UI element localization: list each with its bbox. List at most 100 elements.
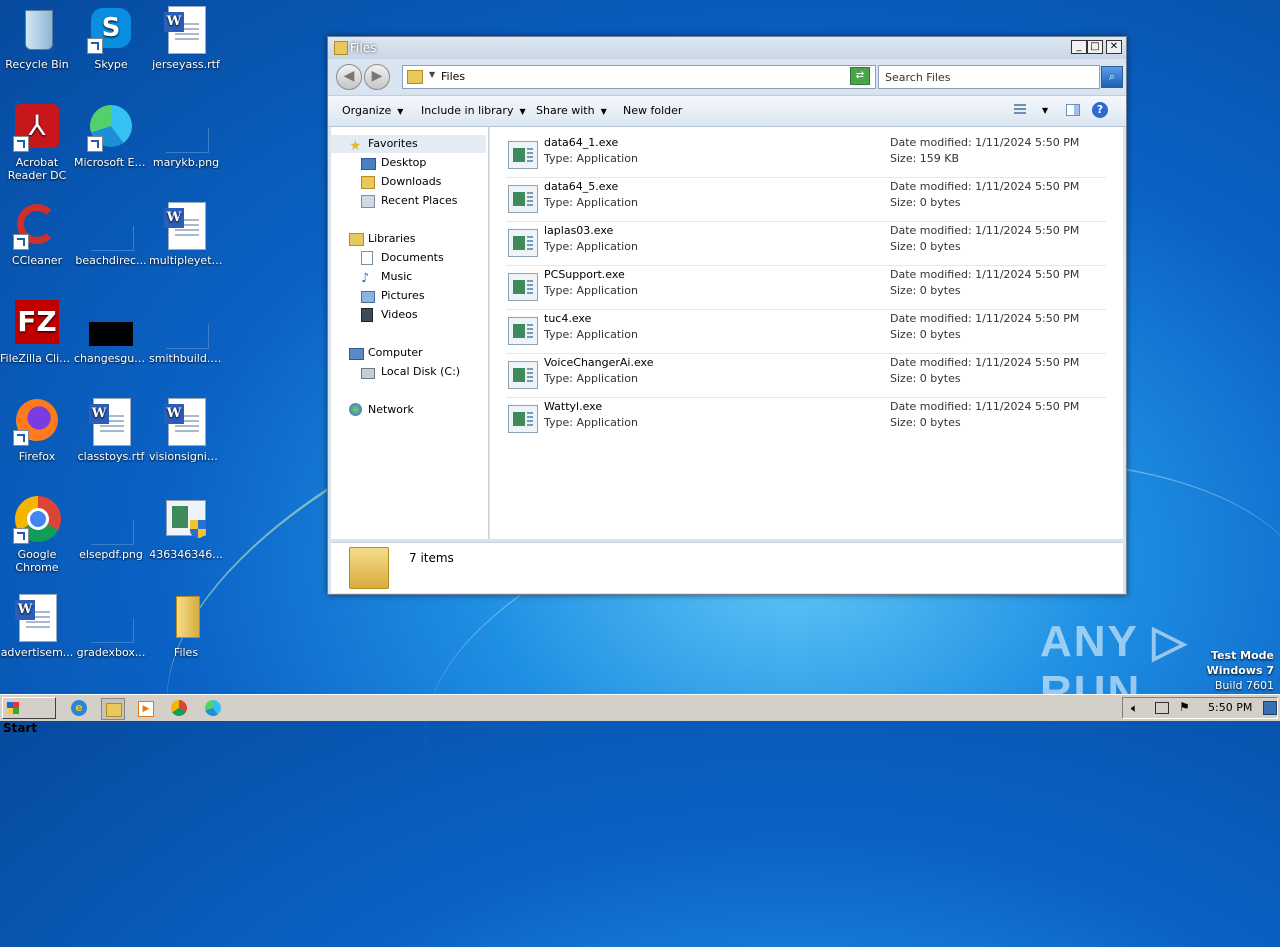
new-folder-button[interactable]: New folder — [623, 104, 682, 117]
media-player-taskbar-icon[interactable]: ▶ — [134, 698, 156, 718]
help-icon[interactable]: ? — [1092, 102, 1108, 118]
desktop-icon-elsepdf[interactable]: elsepdf.png — [74, 496, 148, 561]
start-button[interactable]: Start — [2, 697, 56, 735]
list-item[interactable]: laplas03.exe Type: Application Date modi… — [506, 221, 1106, 266]
maximize-button[interactable]: □ — [1087, 40, 1103, 54]
view-options-dropdown-icon[interactable]: ▼ — [1042, 106, 1048, 115]
nav-network[interactable]: Network — [331, 401, 486, 419]
preview-pane-icon[interactable] — [1064, 102, 1082, 118]
desktop-icon-filezilla[interactable]: FZ FileZilla Client — [0, 300, 74, 365]
taskbar: Start e ▶ 🔈︎ ⚑ 5:50 PM — [0, 694, 1280, 735]
file-date: Date modified: 1/11/2024 5:50 PM — [890, 400, 1080, 413]
nav-libraries[interactable]: Libraries — [331, 230, 486, 248]
list-item[interactable]: data64_1.exe Type: Application Date modi… — [506, 133, 1106, 178]
file-size: Size: 0 bytes — [890, 240, 961, 253]
list-item[interactable]: VoiceChangerAi.exe Type: Application Dat… — [506, 353, 1106, 398]
desktop-icon-436346346[interactable]: 436346346... — [149, 496, 223, 561]
pictures-icon — [361, 291, 375, 303]
word-document-icon: W — [162, 202, 210, 250]
file-date: Date modified: 1/11/2024 5:50 PM — [890, 356, 1080, 369]
close-button[interactable]: ✕ — [1106, 40, 1122, 54]
desktop-icon-chrome[interactable]: Google Chrome — [0, 496, 74, 574]
file-name: data64_1.exe — [544, 136, 619, 149]
list-item[interactable]: Wattyl.exe Type: Application Date modifi… — [506, 397, 1106, 441]
application-icon — [508, 405, 538, 433]
black-image-icon — [87, 300, 135, 348]
desktop-icon-advertisem[interactable]: W advertisem... — [0, 594, 74, 659]
explorer-taskbar-icon[interactable] — [101, 698, 125, 720]
acrobat-icon: ⅄ — [13, 104, 61, 152]
change-view-icon[interactable] — [1012, 102, 1030, 118]
navigation-pane: ★ Favorites Desktop Downloads Recent Pla… — [331, 127, 489, 539]
desktop-icon-changesguy[interactable]: changesguy... — [74, 300, 148, 365]
refresh-button[interactable]: ⇄ — [850, 67, 870, 85]
nav-recent-places[interactable]: Recent Places — [331, 192, 486, 210]
file-date: Date modified: 1/11/2024 5:50 PM — [890, 268, 1080, 281]
search-input[interactable]: Search Files — [878, 65, 1100, 89]
file-type: Type: Application — [544, 196, 638, 209]
nav-favorites[interactable]: ★ Favorites — [331, 135, 486, 154]
search-icon[interactable]: ⌕ — [1101, 66, 1123, 88]
action-center-flag-icon[interactable]: ⚑ — [1179, 700, 1190, 714]
nav-downloads[interactable]: Downloads — [331, 173, 486, 191]
desktop-icon-multipleyet[interactable]: W multipleyet.rtf — [149, 202, 223, 267]
desktop-icon-visionsignific[interactable]: W visionsignific... — [149, 398, 223, 463]
item-count: 7 items — [409, 551, 454, 565]
music-icon: ♪ — [361, 271, 370, 286]
nav-computer[interactable]: Computer — [331, 344, 486, 362]
breadcrumb-chevron-icon[interactable]: ▼ — [429, 70, 435, 79]
list-item[interactable]: data64_5.exe Type: Application Date modi… — [506, 177, 1106, 222]
address-bar[interactable]: ▼ Files ▼ — [402, 65, 876, 89]
desktop-icon-smithbuild[interactable]: smithbuild.png — [149, 300, 223, 365]
nav-pictures[interactable]: Pictures — [331, 287, 486, 305]
file-date: Date modified: 1/11/2024 5:50 PM — [890, 312, 1080, 325]
edge-taskbar-icon[interactable] — [202, 698, 224, 718]
show-desktop-icon[interactable] — [1263, 701, 1277, 715]
skype-icon: S — [87, 6, 135, 54]
desktop-icon-firefox[interactable]: Firefox — [0, 398, 74, 463]
desktop-icon-jerseyass[interactable]: W jerseyass.rtf — [149, 6, 223, 71]
desktop-icon-recycle-bin[interactable]: Recycle Bin — [0, 6, 74, 71]
volume-icon[interactable]: 🔈︎ — [1131, 701, 1138, 716]
application-icon — [508, 229, 538, 257]
file-name: data64_5.exe — [544, 180, 619, 193]
forward-button[interactable]: ▶ — [364, 64, 390, 90]
desktop-icon-files-folder[interactable]: Files — [149, 594, 223, 659]
nav-local-disk[interactable]: Local Disk (C:) — [331, 363, 486, 381]
desktop-icon — [361, 158, 376, 170]
desktop-icon-acrobat[interactable]: ⅄ Acrobat Reader DC — [0, 104, 74, 182]
explorer-window: Files _ □ ✕ ◀ ▶ ▼ Files ▼ ⇄ Search Files… — [327, 36, 1127, 595]
address-text: Files — [441, 70, 466, 83]
file-type: Type: Application — [544, 416, 638, 429]
desktop-icon-gradexbox[interactable]: gradexbox... — [74, 594, 148, 659]
file-name: Wattyl.exe — [544, 400, 603, 413]
nav-desktop[interactable]: Desktop — [331, 154, 486, 172]
chrome-taskbar-icon[interactable] — [168, 698, 190, 718]
desktop-icon-skype[interactable]: S Skype — [74, 6, 148, 71]
chrome-icon — [13, 496, 61, 544]
recent-places-icon — [361, 195, 375, 208]
desktop-icon-ccleaner[interactable]: CCleaner — [0, 202, 74, 267]
list-item[interactable]: PCSupport.exe Type: Application Date mod… — [506, 265, 1106, 310]
taskbar-clock[interactable]: 5:50 PM — [1208, 701, 1252, 714]
nav-documents[interactable]: Documents — [331, 249, 486, 267]
desktop-icon-classtoys[interactable]: W classtoys.rtf — [74, 398, 148, 463]
file-name: tuc4.exe — [544, 312, 592, 325]
share-with-button[interactable]: Share with ▼ — [536, 104, 607, 117]
desktop-icon-edge[interactable]: Microsoft Edge — [74, 104, 148, 169]
list-item[interactable]: tuc4.exe Type: Application Date modified… — [506, 309, 1106, 354]
back-button[interactable]: ◀ — [336, 64, 362, 90]
organize-button[interactable]: Organize ▼ — [342, 104, 403, 117]
nav-music[interactable]: ♪ Music — [331, 268, 486, 286]
navigation-bar: ◀ ▶ ▼ Files ▼ ⇄ Search Files ⌕ — [328, 61, 1126, 91]
minimize-button[interactable]: _ — [1071, 40, 1087, 54]
network-tray-icon[interactable] — [1155, 702, 1169, 714]
ie-taskbar-icon[interactable]: e — [68, 698, 90, 718]
window-titlebar[interactable]: Files _ □ ✕ — [328, 37, 1126, 59]
desktop-icon-marykb[interactable]: marykb.png — [149, 104, 223, 169]
nav-videos[interactable]: Videos — [331, 306, 486, 324]
include-in-library-button[interactable]: Include in library ▼ — [421, 104, 526, 117]
application-icon — [508, 273, 538, 301]
desktop-icon-beachdirec[interactable]: beachdirec... — [74, 202, 148, 267]
file-size: Size: 0 bytes — [890, 372, 961, 385]
